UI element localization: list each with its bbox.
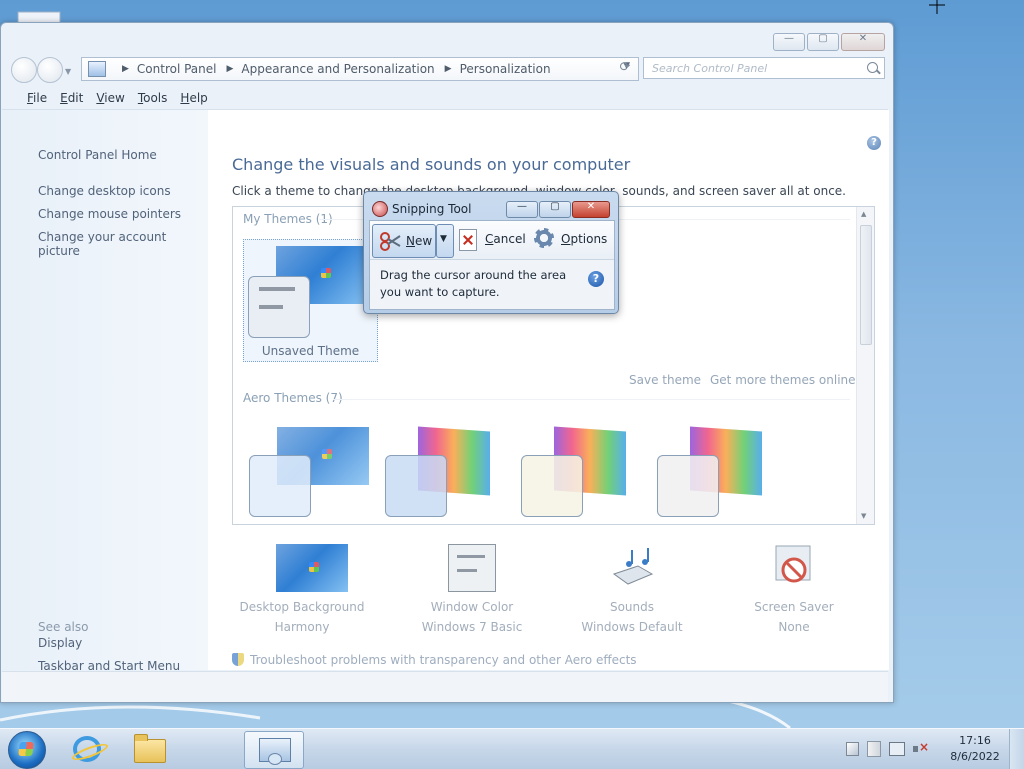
save-theme-link[interactable]: Save theme bbox=[629, 373, 701, 387]
desktop-background-icon bbox=[276, 544, 348, 592]
navigation-bar: ▼ ▶ Control Panel ▶ Appearance and Perso… bbox=[9, 55, 887, 83]
shield-icon bbox=[232, 653, 244, 666]
snipping-tool-window: Snipping Tool — ▢ ✕ New ▼ Cancel Options… bbox=[363, 191, 619, 314]
status-bar bbox=[2, 671, 888, 702]
back-button[interactable] bbox=[11, 57, 37, 83]
folder-icon bbox=[134, 734, 166, 763]
snip-instructions: Drag the cursor around the area you want… bbox=[380, 268, 567, 299]
tile-label: Desktop Background bbox=[239, 600, 365, 614]
tile-value: Windows 7 Basic bbox=[421, 620, 523, 634]
aero-themes-heading: Aero Themes (7) bbox=[243, 391, 343, 405]
get-more-themes-link[interactable]: Get more themes online bbox=[710, 373, 856, 387]
close-button[interactable]: ✕ bbox=[841, 33, 885, 51]
gear-icon bbox=[534, 228, 554, 248]
snip-close-button[interactable]: ✕ bbox=[572, 201, 610, 218]
personalization-window: — ▢ ✕ ▼ ▶ Control Panel ▶ Appearance and… bbox=[0, 22, 894, 703]
breadcrumb-personalization[interactable]: Personalization bbox=[460, 62, 551, 76]
clock[interactable]: 17:16 8/6/2022 bbox=[944, 733, 1006, 765]
tile-label: Sounds bbox=[609, 600, 655, 614]
change-desktop-icons-link[interactable]: Change desktop icons bbox=[38, 184, 171, 198]
change-account-picture-link[interactable]: Change your account picture bbox=[38, 230, 208, 258]
menu-edit[interactable]: Edit bbox=[60, 87, 96, 109]
search-placeholder: Search Control Panel bbox=[652, 62, 768, 75]
taskbar-snipping-tool[interactable] bbox=[244, 731, 304, 769]
scroll-up-icon[interactable]: ▲ bbox=[861, 210, 866, 218]
internet-explorer-icon bbox=[73, 736, 101, 762]
window-color-swatch bbox=[249, 455, 311, 517]
taskbar-internet-explorer[interactable] bbox=[58, 731, 116, 767]
screen-saver-icon bbox=[775, 545, 811, 583]
window-color-swatch bbox=[248, 276, 310, 338]
help-icon[interactable]: ? bbox=[867, 136, 881, 150]
sounds-icon bbox=[612, 548, 654, 585]
tile-value: Windows Default bbox=[581, 620, 683, 634]
window-color-icon bbox=[448, 544, 496, 592]
start-button[interactable] bbox=[8, 731, 46, 769]
snipping-tool-taskbar-icon bbox=[259, 738, 291, 765]
scrollbar-thumb[interactable] bbox=[860, 225, 872, 345]
theme-unsaved[interactable]: Unsaved Theme bbox=[243, 239, 378, 362]
show-desktop-button[interactable] bbox=[1009, 729, 1024, 769]
tile-label: Screen Saver bbox=[754, 600, 834, 614]
flag-icon[interactable] bbox=[867, 741, 881, 757]
snip-minimize-button[interactable]: — bbox=[506, 201, 538, 218]
taskbar: 17:16 8/6/2022 bbox=[0, 728, 1024, 769]
refresh-icon[interactable]: ⟳ bbox=[613, 57, 637, 79]
themes-scrollbar[interactable]: ▲ ▼ bbox=[856, 207, 874, 524]
control-panel-home-link[interactable]: Control Panel Home bbox=[38, 148, 157, 162]
action-center-icon[interactable] bbox=[846, 742, 859, 756]
crosshair-cursor-icon bbox=[929, 0, 945, 14]
recent-pages-dropdown[interactable]: ▼ bbox=[65, 67, 71, 76]
search-input[interactable]: Search Control Panel bbox=[643, 57, 885, 79]
window-color-swatch bbox=[385, 455, 447, 517]
snip-body: New ▼ Cancel Options Drag the cursor aro… bbox=[369, 220, 615, 310]
notification-area bbox=[846, 740, 929, 757]
cancel-icon bbox=[459, 229, 477, 251]
window-caption-buttons: — ▢ ✕ bbox=[773, 33, 885, 51]
page-title: Change the visuals and sounds on your co… bbox=[232, 155, 631, 174]
minimize-button[interactable]: — bbox=[773, 33, 805, 51]
see-also-heading: See also bbox=[38, 620, 89, 634]
tile-value: Harmony bbox=[274, 620, 330, 634]
help-icon[interactable]: ? bbox=[588, 271, 604, 287]
network-icon[interactable] bbox=[889, 742, 905, 756]
theme-settings-tiles: Desktop Background Harmony Window Color … bbox=[232, 540, 873, 640]
snip-mode-dropdown[interactable]: ▼ bbox=[436, 224, 454, 258]
menu-file[interactable]: File bbox=[2, 87, 60, 109]
snipping-tool-icon bbox=[372, 201, 388, 217]
change-mouse-pointers-link[interactable]: Change mouse pointers bbox=[38, 207, 181, 221]
search-icon[interactable] bbox=[867, 62, 878, 73]
troubleshoot-text: Troubleshoot problems with transparency … bbox=[250, 653, 637, 667]
tile-label: Window Color bbox=[430, 600, 514, 614]
snip-caption-buttons: — ▢ ✕ bbox=[506, 201, 610, 218]
forward-button[interactable] bbox=[37, 57, 63, 83]
control-panel-icon bbox=[88, 61, 106, 77]
clock-time: 17:16 bbox=[959, 734, 991, 747]
scroll-down-icon[interactable]: ▼ bbox=[861, 512, 866, 520]
breadcrumb-appearance[interactable]: Appearance and Personalization bbox=[241, 62, 434, 76]
clock-date: 8/6/2022 bbox=[950, 750, 1000, 763]
taskbar-explorer[interactable] bbox=[120, 731, 178, 767]
chevron-down-icon: ▼ bbox=[440, 234, 447, 244]
snipping-tool-title: Snipping Tool bbox=[392, 202, 472, 216]
troubleshoot-link[interactable]: Troubleshoot problems with transparency … bbox=[232, 653, 637, 667]
display-link[interactable]: Display bbox=[38, 636, 82, 650]
snip-toolbar: New ▼ Cancel Options bbox=[370, 221, 614, 260]
snip-maximize-button[interactable]: ▢ bbox=[539, 201, 571, 218]
task-pane: Control Panel Home Change desktop icons … bbox=[2, 110, 208, 673]
volume-muted-icon[interactable] bbox=[913, 740, 929, 755]
tile-value: None bbox=[778, 620, 810, 634]
new-snip-button[interactable]: New bbox=[372, 224, 436, 258]
breadcrumb-control-panel[interactable]: Control Panel bbox=[137, 62, 217, 76]
window-color-swatch bbox=[521, 455, 583, 517]
menu-view[interactable]: View bbox=[96, 87, 137, 109]
address-bar[interactable]: ▶ Control Panel ▶ Appearance and Persona… bbox=[81, 57, 639, 81]
window-color-swatch bbox=[657, 455, 719, 517]
menu-bar: File Edit View Tools Help bbox=[2, 87, 888, 110]
menu-help[interactable]: Help bbox=[180, 87, 220, 109]
menu-tools[interactable]: Tools bbox=[138, 87, 181, 109]
theme-name: Unsaved Theme bbox=[261, 344, 360, 358]
maximize-button[interactable]: ▢ bbox=[807, 33, 839, 51]
scissors-icon bbox=[380, 232, 401, 251]
